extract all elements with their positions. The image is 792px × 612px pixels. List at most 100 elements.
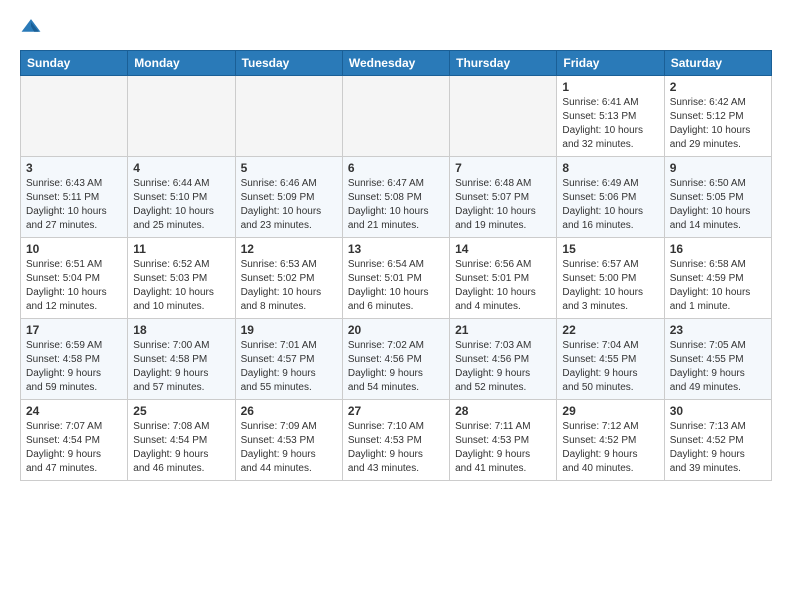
calendar-cell xyxy=(21,76,128,157)
day-info: Sunrise: 6:47 AMSunset: 5:08 PMDaylight:… xyxy=(348,177,444,233)
day-number: 30 xyxy=(670,404,766,418)
day-number: 28 xyxy=(455,404,551,418)
calendar-week-row: 24Sunrise: 7:07 AMSunset: 4:54 PMDayligh… xyxy=(21,400,772,481)
day-info: Sunrise: 7:11 AMSunset: 4:53 PMDaylight:… xyxy=(455,420,551,476)
calendar-cell: 12 Sunrise: 6:53 AMSunset: 5:02 PMDayligh… xyxy=(235,238,342,319)
day-number: 1 xyxy=(562,80,658,94)
calendar-cell: 9 Sunrise: 6:50 AMSunset: 5:05 PMDaylight… xyxy=(664,157,771,238)
day-number: 26 xyxy=(241,404,337,418)
day-number: 9 xyxy=(670,161,766,175)
day-info: Sunrise: 6:41 AMSunset: 5:13 PMDaylight:… xyxy=(562,96,658,152)
calendar-cell: 26 Sunrise: 7:09 AMSunset: 4:53 PMDayligh… xyxy=(235,400,342,481)
day-number: 18 xyxy=(133,323,229,337)
day-info: Sunrise: 6:44 AMSunset: 5:10 PMDaylight:… xyxy=(133,177,229,233)
day-info: Sunrise: 7:05 AMSunset: 4:55 PMDaylight:… xyxy=(670,339,766,395)
calendar-cell: 22 Sunrise: 7:04 AMSunset: 4:55 PMDayligh… xyxy=(557,319,664,400)
day-number: 20 xyxy=(348,323,444,337)
day-info: Sunrise: 6:53 AMSunset: 5:02 PMDaylight:… xyxy=(241,258,337,314)
calendar-cell: 23 Sunrise: 7:05 AMSunset: 4:55 PMDayligh… xyxy=(664,319,771,400)
calendar-day-header: Monday xyxy=(128,51,235,76)
calendar-cell: 8 Sunrise: 6:49 AMSunset: 5:06 PMDaylight… xyxy=(557,157,664,238)
calendar-cell: 29Sunrise: 7:12 AMSunset: 4:52 PMDayligh… xyxy=(557,400,664,481)
day-number: 27 xyxy=(348,404,444,418)
calendar-cell: 28 Sunrise: 7:11 AMSunset: 4:53 PMDayligh… xyxy=(450,400,557,481)
day-info: Sunrise: 6:43 AMSunset: 5:11 PMDaylight:… xyxy=(26,177,122,233)
day-number: 14 xyxy=(455,242,551,256)
calendar-cell: 18Sunrise: 7:00 AMSunset: 4:58 PMDayligh… xyxy=(128,319,235,400)
day-number: 12 xyxy=(241,242,337,256)
calendar-cell xyxy=(235,76,342,157)
calendar-cell: 5 Sunrise: 6:46 AMSunset: 5:09 PMDaylight… xyxy=(235,157,342,238)
day-number: 11 xyxy=(133,242,229,256)
day-number: 21 xyxy=(455,323,551,337)
calendar-cell: 7 Sunrise: 6:48 AMSunset: 5:07 PMDaylight… xyxy=(450,157,557,238)
day-info: Sunrise: 6:58 AMSunset: 4:59 PMDaylight:… xyxy=(670,258,766,314)
day-number: 13 xyxy=(348,242,444,256)
logo xyxy=(20,16,44,38)
day-number: 8 xyxy=(562,161,658,175)
day-number: 17 xyxy=(26,323,122,337)
calendar-cell: 30 Sunrise: 7:13 AMSunset: 4:52 PMDayligh… xyxy=(664,400,771,481)
calendar-week-row: 17 Sunrise: 6:59 AMSunset: 4:58 PMDayligh… xyxy=(21,319,772,400)
calendar-cell: 21Sunrise: 7:03 AMSunset: 4:56 PMDayligh… xyxy=(450,319,557,400)
calendar-cell: 14 Sunrise: 6:56 AMSunset: 5:01 PMDayligh… xyxy=(450,238,557,319)
day-info: Sunrise: 6:48 AMSunset: 5:07 PMDaylight:… xyxy=(455,177,551,233)
header xyxy=(20,16,772,38)
day-number: 24 xyxy=(26,404,122,418)
page: SundayMondayTuesdayWednesdayThursdayFrid… xyxy=(0,0,792,501)
day-number: 25 xyxy=(133,404,229,418)
day-number: 7 xyxy=(455,161,551,175)
calendar-day-header: Sunday xyxy=(21,51,128,76)
calendar-cell: 17 Sunrise: 6:59 AMSunset: 4:58 PMDayligh… xyxy=(21,319,128,400)
calendar-cell: 16 Sunrise: 6:58 AMSunset: 4:59 PMDayligh… xyxy=(664,238,771,319)
day-number: 29 xyxy=(562,404,658,418)
day-info: Sunrise: 6:46 AMSunset: 5:09 PMDaylight:… xyxy=(241,177,337,233)
day-info: Sunrise: 6:56 AMSunset: 5:01 PMDaylight:… xyxy=(455,258,551,314)
calendar-cell: 6 Sunrise: 6:47 AMSunset: 5:08 PMDaylight… xyxy=(342,157,449,238)
calendar-day-header: Wednesday xyxy=(342,51,449,76)
day-info: Sunrise: 7:13 AMSunset: 4:52 PMDaylight:… xyxy=(670,420,766,476)
calendar-header-row: SundayMondayTuesdayWednesdayThursdayFrid… xyxy=(21,51,772,76)
day-number: 22 xyxy=(562,323,658,337)
calendar-cell: 25Sunrise: 7:08 AMSunset: 4:54 PMDayligh… xyxy=(128,400,235,481)
calendar-week-row: 3 Sunrise: 6:43 AMSunset: 5:11 PMDaylight… xyxy=(21,157,772,238)
day-info: Sunrise: 7:02 AMSunset: 4:56 PMDaylight:… xyxy=(348,339,444,395)
day-info: Sunrise: 6:57 AMSunset: 5:00 PMDaylight:… xyxy=(562,258,658,314)
day-number: 16 xyxy=(670,242,766,256)
calendar-cell: 4 Sunrise: 6:44 AMSunset: 5:10 PMDaylight… xyxy=(128,157,235,238)
day-number: 6 xyxy=(348,161,444,175)
day-info: Sunrise: 7:04 AMSunset: 4:55 PMDaylight:… xyxy=(562,339,658,395)
calendar-cell xyxy=(450,76,557,157)
day-info: Sunrise: 7:01 AMSunset: 4:57 PMDaylight:… xyxy=(241,339,337,395)
calendar-day-header: Friday xyxy=(557,51,664,76)
calendar-cell: 27 Sunrise: 7:10 AMSunset: 4:53 PMDayligh… xyxy=(342,400,449,481)
day-info: Sunrise: 6:59 AMSunset: 4:58 PMDaylight:… xyxy=(26,339,122,395)
day-info: Sunrise: 6:49 AMSunset: 5:06 PMDaylight:… xyxy=(562,177,658,233)
calendar-table: SundayMondayTuesdayWednesdayThursdayFrid… xyxy=(20,50,772,481)
day-number: 23 xyxy=(670,323,766,337)
calendar-week-row: 10 Sunrise: 6:51 AMSunset: 5:04 PMDayligh… xyxy=(21,238,772,319)
day-info: Sunrise: 6:51 AMSunset: 5:04 PMDaylight:… xyxy=(26,258,122,314)
calendar-cell: 3 Sunrise: 6:43 AMSunset: 5:11 PMDaylight… xyxy=(21,157,128,238)
day-number: 19 xyxy=(241,323,337,337)
calendar-day-header: Tuesday xyxy=(235,51,342,76)
calendar-day-header: Saturday xyxy=(664,51,771,76)
day-number: 10 xyxy=(26,242,122,256)
calendar-cell: 15Sunrise: 6:57 AMSunset: 5:00 PMDayligh… xyxy=(557,238,664,319)
calendar-cell: 10 Sunrise: 6:51 AMSunset: 5:04 PMDayligh… xyxy=(21,238,128,319)
day-number: 5 xyxy=(241,161,337,175)
logo-icon xyxy=(20,16,42,38)
calendar-cell: 20 Sunrise: 7:02 AMSunset: 4:56 PMDayligh… xyxy=(342,319,449,400)
day-info: Sunrise: 6:42 AMSunset: 5:12 PMDaylight:… xyxy=(670,96,766,152)
day-number: 4 xyxy=(133,161,229,175)
calendar-cell: 11Sunrise: 6:52 AMSunset: 5:03 PMDayligh… xyxy=(128,238,235,319)
day-info: Sunrise: 6:54 AMSunset: 5:01 PMDaylight:… xyxy=(348,258,444,314)
day-info: Sunrise: 7:09 AMSunset: 4:53 PMDaylight:… xyxy=(241,420,337,476)
calendar-cell: 19 Sunrise: 7:01 AMSunset: 4:57 PMDayligh… xyxy=(235,319,342,400)
calendar-cell xyxy=(128,76,235,157)
day-number: 2 xyxy=(670,80,766,94)
calendar-cell xyxy=(342,76,449,157)
day-info: Sunrise: 7:10 AMSunset: 4:53 PMDaylight:… xyxy=(348,420,444,476)
day-number: 3 xyxy=(26,161,122,175)
day-info: Sunrise: 6:50 AMSunset: 5:05 PMDaylight:… xyxy=(670,177,766,233)
